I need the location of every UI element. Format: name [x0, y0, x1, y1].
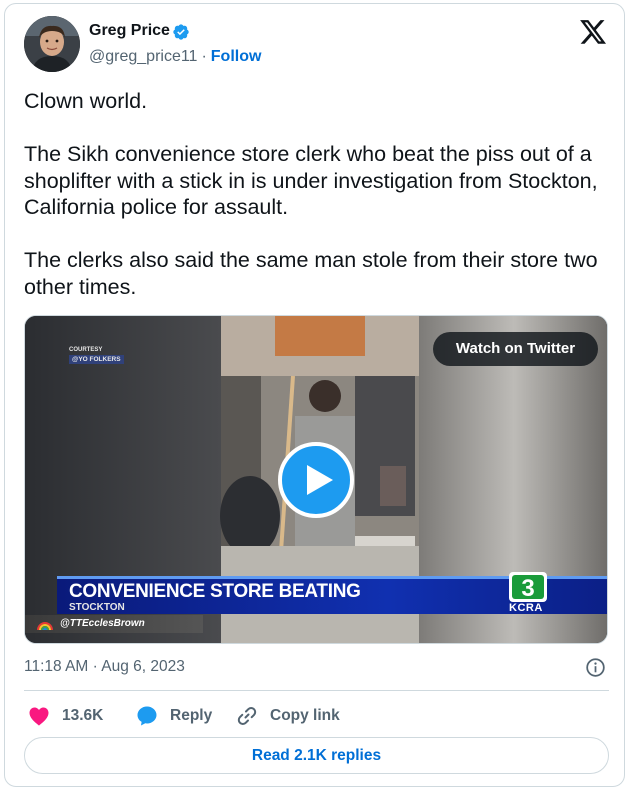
handle-tag-text: @TTEcclesBrown — [60, 618, 145, 629]
author-handle[interactable]: @greg_price11 — [89, 48, 197, 65]
copy-link-button[interactable]: Copy link — [235, 703, 355, 729]
news-location: STOCKTON — [69, 602, 125, 613]
watch-on-twitter-button[interactable]: Watch on Twitter — [433, 332, 598, 366]
handle-separator: · — [201, 48, 207, 65]
follow-button[interactable]: Follow — [211, 48, 262, 65]
video-player[interactable]: COURTESY @YO FOLKERS Watch on Twitter CO… — [24, 315, 608, 644]
play-button[interactable] — [278, 442, 354, 518]
handle-tag: @TTEcclesBrown — [25, 615, 203, 633]
reply-button[interactable]: Reply — [135, 703, 225, 729]
verified-badge-icon — [173, 24, 189, 40]
link-icon — [237, 707, 257, 725]
like-button[interactable]: 13.6K — [27, 703, 117, 729]
courtesy-credit: COURTESY @YO FOLKERS — [69, 347, 124, 364]
play-icon — [307, 465, 333, 495]
heart-icon — [29, 707, 49, 726]
author-name[interactable]: Greg Price — [89, 22, 170, 40]
station-name: KCRA — [509, 602, 543, 614]
x-logo-icon[interactable] — [580, 20, 607, 45]
handle-row: @greg_price11 · Follow — [89, 48, 261, 66]
news-headline: CONVENIENCE STORE BEATING — [69, 581, 361, 602]
courtesy-source: @YO FOLKERS — [69, 355, 124, 364]
station-number: 3 — [521, 575, 534, 602]
reply-bubble-icon — [137, 706, 157, 726]
courtesy-label: COURTESY — [69, 347, 103, 353]
author-avatar[interactable] — [24, 16, 80, 72]
rainbow-icon — [37, 622, 53, 630]
read-replies-button[interactable]: Read 2.1K replies — [24, 737, 609, 774]
like-count: 13.6K — [62, 707, 104, 724]
reply-label: Reply — [170, 707, 213, 724]
tweet-card: Greg Price @greg_price11 · Follow Clown wo… — [4, 3, 625, 787]
copy-link-label: Copy link — [270, 707, 340, 724]
divider — [24, 690, 609, 691]
tweet-text: Clown world. The Sikh convenience store … — [24, 89, 598, 299]
tweet-timestamp[interactable]: 11:18 AM · Aug 6, 2023 — [24, 658, 185, 676]
info-icon[interactable] — [585, 657, 606, 678]
